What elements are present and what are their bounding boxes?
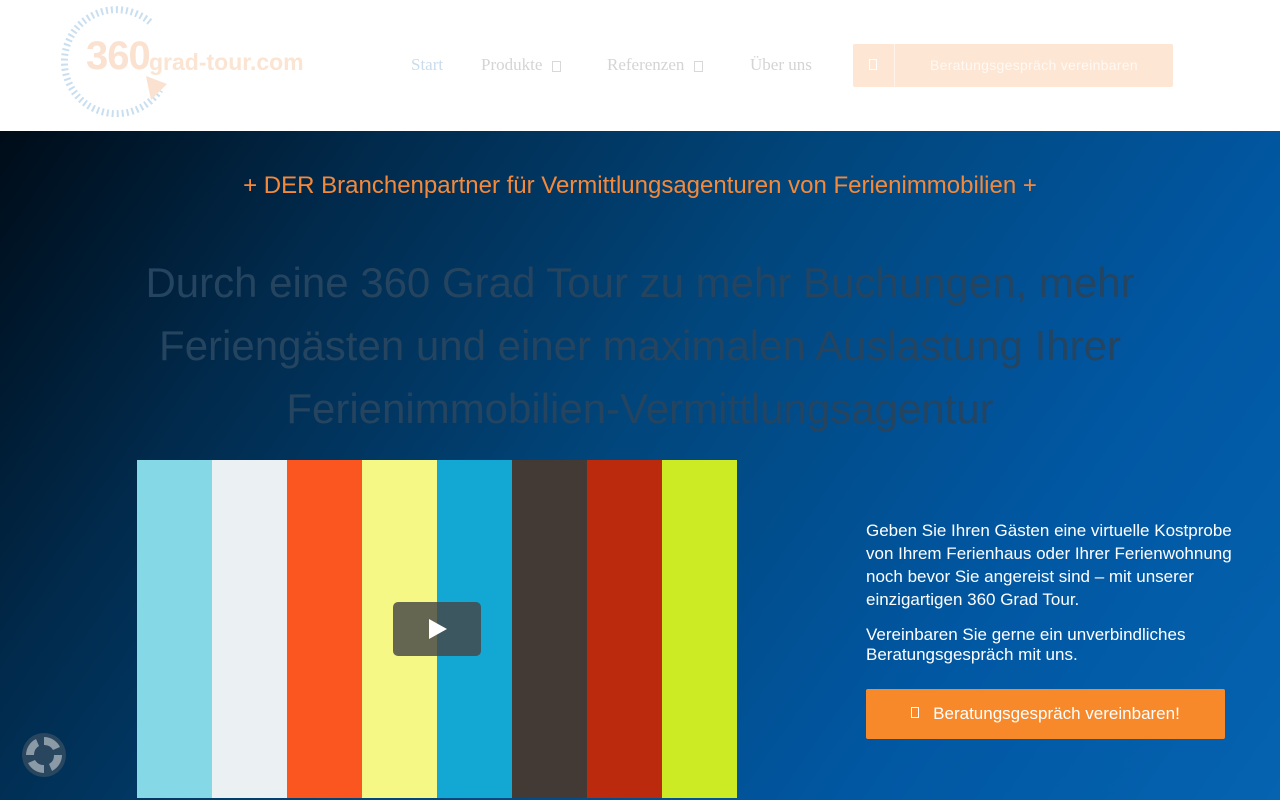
nav-item-start[interactable]: Start <box>411 55 443 75</box>
nav-item-ueber-uns[interactable]: Über uns <box>750 55 812 75</box>
hero-description: Geben Sie Ihren Gästen eine virtuelle Ko… <box>866 519 1236 665</box>
chevron-down-icon <box>694 60 704 72</box>
hero-headline: Durch eine 360 Grad Tour zu mehr Buchung… <box>145 259 1135 432</box>
video-player[interactable] <box>137 460 737 798</box>
video-color-bar <box>212 460 287 798</box>
hero-consultation-button[interactable]: Beratungsgespräch vereinbaren! <box>866 689 1225 739</box>
hero-tagline: + DER Branchenpartner für Vermittlungsag… <box>243 172 1037 199</box>
nav-item-referenzen[interactable]: Referenzen <box>607 55 704 75</box>
site-logo[interactable]: 360 grad-tour.com <box>54 4 324 124</box>
hero-paragraph-1: Geben Sie Ihren Gästen eine virtuelle Ko… <box>866 521 1232 609</box>
cookie-settings-button[interactable] <box>20 731 68 779</box>
logo-domain: grad-tour.com <box>149 49 304 75</box>
nav-item-label: Referenzen <box>607 55 685 74</box>
calendar-icon <box>911 707 920 719</box>
header-consultation-label: Beratungsgespräch vereinbaren <box>930 57 1138 73</box>
nav-item-label: Start <box>411 55 444 74</box>
logo-prefix: 360 <box>86 34 151 78</box>
calendar-icon <box>853 44 895 87</box>
video-color-bar <box>662 460 737 798</box>
hero-consultation-label: Beratungsgespräch vereinbaren! <box>933 704 1180 723</box>
chevron-down-icon <box>552 60 562 72</box>
video-color-bar <box>287 460 362 798</box>
video-color-bar <box>587 460 662 798</box>
hero-paragraph-2: Vereinbaren Sie gerne ein unverbindliche… <box>866 625 1186 664</box>
nav-item-label: Produkte <box>481 55 543 74</box>
header-consultation-button[interactable]: Beratungsgespräch vereinbaren <box>853 44 1173 87</box>
video-color-bar <box>512 460 587 798</box>
nav-item-produkte[interactable]: Produkte <box>481 55 562 75</box>
video-color-bar <box>137 460 212 798</box>
play-icon <box>429 619 447 639</box>
site-header: 360 grad-tour.com Start Produkte Referen… <box>0 0 1280 131</box>
cookie-settings-icon <box>22 733 66 777</box>
nav-item-label: Über uns <box>750 55 812 74</box>
hero-section: + DER Branchenpartner für Vermittlungsag… <box>0 131 1280 800</box>
play-button[interactable] <box>393 602 481 656</box>
